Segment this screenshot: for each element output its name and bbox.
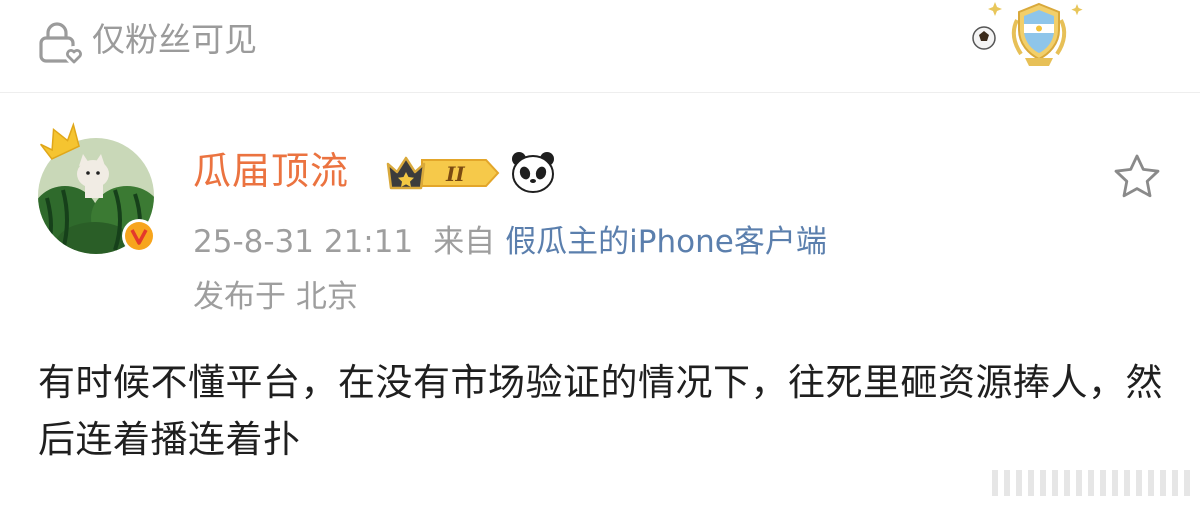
level-label: II [445,162,465,186]
post-time: 25-8-31 21:11 [193,224,414,260]
username[interactable]: 瓜届顶流 [193,146,349,196]
divider [0,92,1200,93]
star-outline-icon[interactable] [1111,152,1163,202]
avatar[interactable] [35,118,165,258]
source-prefix: 来自 [433,224,496,260]
decorative-bars [992,470,1190,496]
crown-level-badge-icon: II [386,156,500,190]
argentina-football-badge-icon [972,2,1083,66]
post-meta: 25-8-31 21:11 来自 假瓜主的iPhone客户端 [193,220,827,264]
top-bar: 仅粉丝可见 [0,0,1200,92]
source-link[interactable]: 假瓜主的iPhone客户端 [505,224,827,260]
avatar-image [38,122,156,254]
post-content: 有时候不懂平台，在没有市场验证的情况下，往死里砸资源捧人，然后连着播连着扑 [38,361,1163,461]
lock-heart-icon [39,22,83,64]
visibility-label: 仅粉丝可见 [92,20,257,59]
panda-icon [512,152,554,193]
post-location: 发布于 北京 [193,279,358,315]
